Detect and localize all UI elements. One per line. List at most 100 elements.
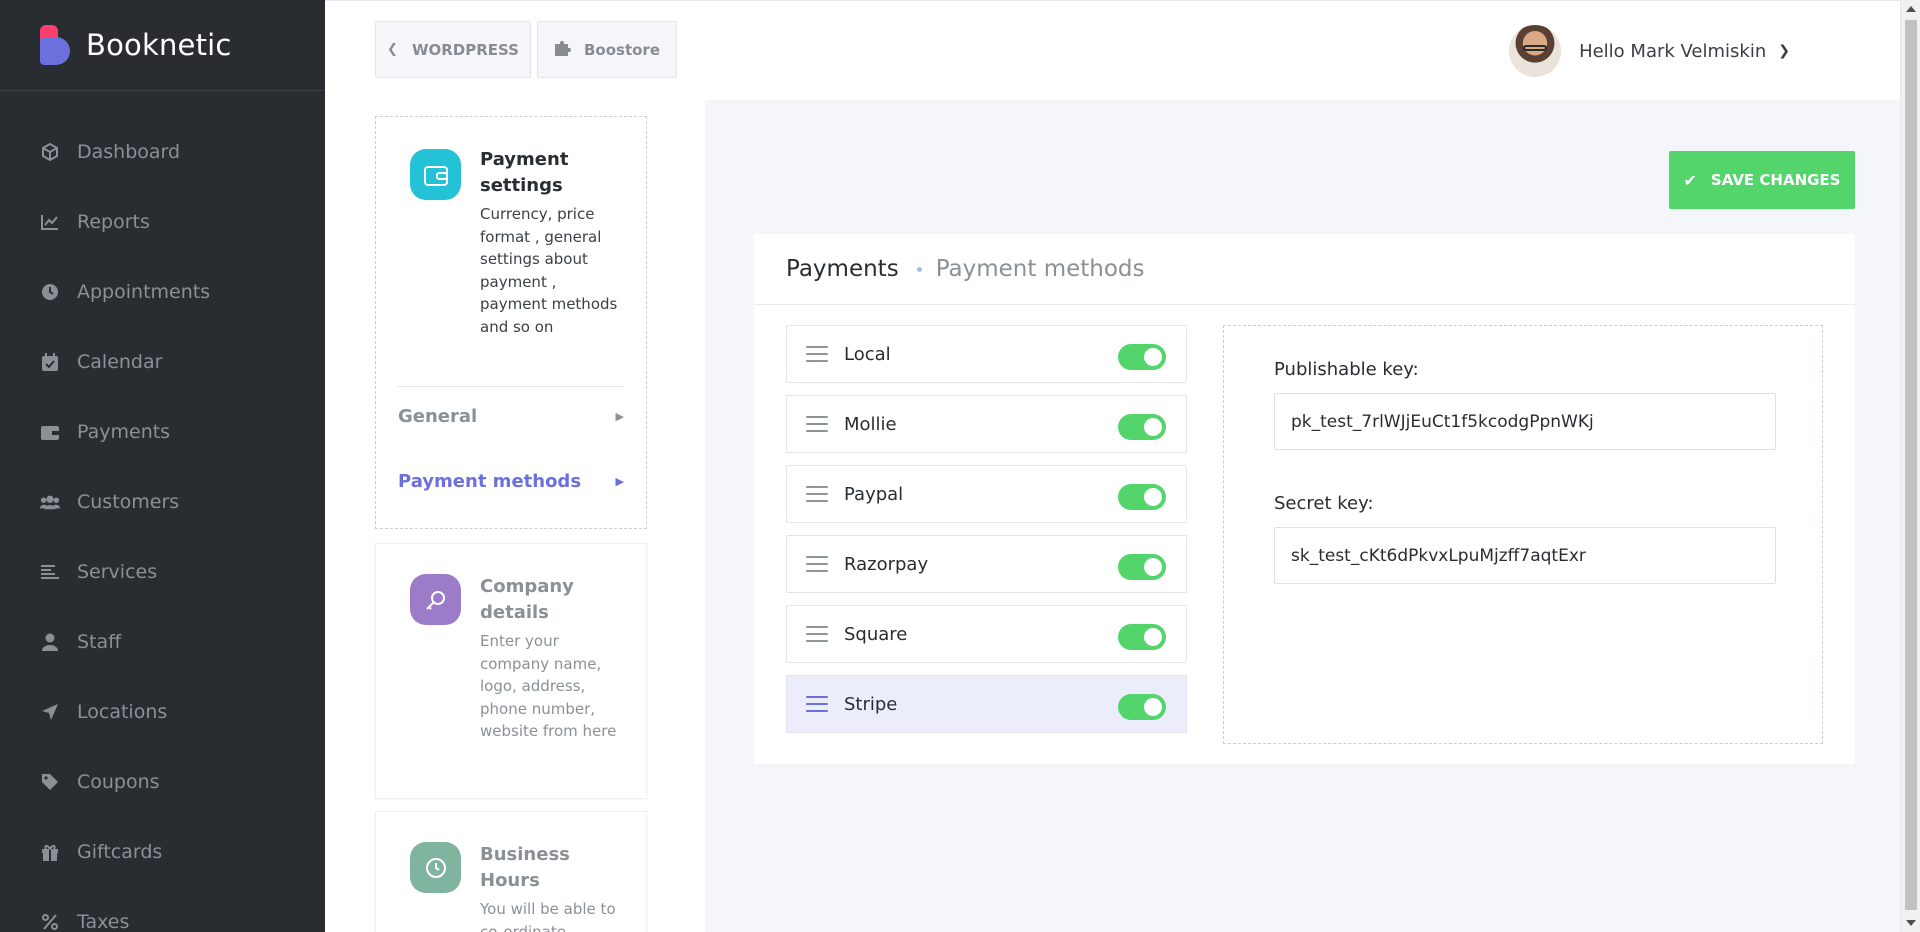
sidebar-item-calendar[interactable]: Calendar: [0, 327, 325, 397]
boostore-button[interactable]: Boostore: [537, 21, 677, 78]
card-title: Business Hours: [480, 844, 570, 891]
method-toggle[interactable]: [1118, 484, 1166, 510]
chevron-down-icon: ❯: [1778, 43, 1790, 59]
payment-method-razorpay[interactable]: Razorpay: [786, 535, 1187, 593]
card-description: You will be able to co-ordinate: [480, 900, 616, 932]
drag-handle-icon[interactable]: [806, 486, 828, 502]
sidebar-item-label: Calendar: [77, 351, 163, 373]
sidebar-item-label: Reports: [77, 211, 150, 233]
payment-method-stripe[interactable]: Stripe: [786, 675, 1187, 733]
cube-icon: [40, 142, 60, 162]
sidebar-item-staff[interactable]: Staff: [0, 607, 325, 677]
page-title: Payments: [786, 256, 899, 282]
users-icon: [40, 492, 60, 512]
sidebar-item-locations[interactable]: Locations: [0, 677, 325, 747]
publishable-key-label: Publishable key:: [1274, 359, 1419, 380]
publishable-key-input[interactable]: pk_test_7rlWJjEuCt1f5kcodgPpnWKj: [1274, 393, 1776, 450]
drag-handle-icon[interactable]: [806, 556, 828, 572]
payment-method-paypal[interactable]: Paypal: [786, 465, 1187, 523]
method-label: Paypal: [844, 483, 904, 505]
user-greeting: Hello Mark Velmiskin: [1579, 40, 1767, 62]
sidebar-item-label: Coupons: [77, 771, 160, 793]
method-toggle[interactable]: [1118, 414, 1166, 440]
company-details-card[interactable]: Company details Enter your company name,…: [375, 543, 647, 799]
sidebar-item-label: Taxes: [77, 911, 130, 932]
percent-icon: [40, 912, 60, 932]
scroll-down-icon[interactable]: [1906, 920, 1916, 926]
clock-icon: [40, 282, 60, 302]
wallet-icon: [410, 149, 461, 200]
drag-handle-icon[interactable]: [806, 416, 828, 432]
settings-nav: Payment settings Currency, price format …: [325, 100, 705, 932]
gift-icon: [40, 842, 60, 862]
drag-handle-icon[interactable]: [806, 346, 828, 362]
sidebar: Booknetic Dashboard Reports Appointments…: [0, 0, 325, 932]
method-label: Local: [844, 343, 891, 365]
topbar: ❮ WORDPRESS Boostore Hello Mark Velmiski…: [325, 0, 1900, 100]
page-scrollbar[interactable]: [1900, 0, 1920, 932]
method-toggle[interactable]: [1118, 694, 1166, 720]
payment-methods-panel: Payments Payment methods Local Mollie Pa…: [754, 234, 1855, 764]
brand-name: Booknetic: [86, 28, 232, 62]
method-toggle[interactable]: [1118, 344, 1166, 370]
method-toggle[interactable]: [1118, 554, 1166, 580]
subitem-label: Payment methods: [398, 470, 582, 492]
logo[interactable]: Booknetic: [0, 0, 325, 91]
settings-subitem-payment-methods[interactable]: Payment methods ▶: [398, 466, 624, 496]
payment-settings-card[interactable]: Payment settings Currency, price format …: [375, 116, 647, 529]
sidebar-item-label: Staff: [77, 631, 122, 653]
payment-method-square[interactable]: Square: [786, 605, 1187, 663]
card-title: Company details: [480, 576, 574, 623]
sidebar-item-label: Customers: [77, 491, 180, 513]
save-changes-button[interactable]: ✔ SAVE CHANGES: [1669, 151, 1855, 209]
page-subtitle: Payment methods: [935, 256, 1145, 282]
puzzle-icon: [554, 39, 572, 61]
payment-method-local[interactable]: Local: [786, 325, 1187, 383]
wallet-icon: [40, 422, 60, 442]
settings-subitem-general[interactable]: General ▶: [398, 401, 624, 431]
sidebar-item-services[interactable]: Services: [0, 537, 325, 607]
card-title: Payment settings: [480, 149, 569, 196]
payment-method-mollie[interactable]: Mollie: [786, 395, 1187, 453]
sidebar-item-reports[interactable]: Reports: [0, 187, 325, 257]
business-hours-card[interactable]: Business Hours You will be able to co-or…: [375, 811, 647, 932]
chevron-left-icon: ❮: [387, 42, 398, 57]
secret-key-input[interactable]: sk_test_cKt6dPkvxLpuMjzff7aqtExr: [1274, 527, 1776, 584]
user-icon: [40, 632, 60, 652]
breadcrumb: Payments Payment methods: [754, 234, 1855, 305]
booknetic-logo-icon: [38, 25, 72, 65]
secret-key-label: Secret key:: [1274, 493, 1374, 514]
card-description: Currency, price format , general setting…: [480, 205, 618, 336]
sidebar-item-dashboard[interactable]: Dashboard: [0, 117, 325, 187]
tag-icon: [40, 772, 60, 792]
method-toggle[interactable]: [1118, 624, 1166, 650]
check-icon: ✔: [1683, 170, 1697, 190]
caret-right-icon: ▶: [615, 409, 624, 423]
sidebar-item-coupons[interactable]: Coupons: [0, 747, 325, 817]
sidebar-item-label: Payments: [77, 421, 171, 443]
subitem-label: General: [398, 405, 478, 427]
sidebar-item-taxes[interactable]: Taxes: [0, 887, 325, 932]
calendar-check-icon: [40, 352, 60, 372]
method-label: Square: [844, 623, 908, 645]
method-label: Mollie: [844, 413, 897, 435]
breadcrumb-separator: [916, 266, 922, 272]
back-to-wordpress-button[interactable]: ❮ WORDPRESS: [375, 21, 531, 78]
payment-methods-list: Local Mollie Paypal Razorpay Square Stri…: [786, 325, 1187, 745]
method-label: Razorpay: [844, 553, 929, 575]
back-button-label: WORDPRESS: [411, 40, 519, 59]
sidebar-item-payments[interactable]: Payments: [0, 397, 325, 467]
clock-icon: [410, 842, 461, 893]
scrollbar-thumb[interactable]: [1905, 20, 1917, 910]
sidebar-item-label: Giftcards: [77, 841, 163, 863]
sidebar-item-customers[interactable]: Customers: [0, 467, 325, 537]
sidebar-item-giftcards[interactable]: Giftcards: [0, 817, 325, 887]
drag-handle-icon[interactable]: [806, 626, 828, 642]
drag-handle-icon[interactable]: [806, 696, 828, 712]
method-label: Stripe: [844, 693, 898, 715]
user-menu[interactable]: Hello Mark Velmiskin ❯: [1509, 25, 1790, 77]
key-icon: [410, 574, 461, 625]
scroll-up-icon[interactable]: [1906, 6, 1916, 12]
caret-right-icon: ▶: [615, 474, 624, 488]
sidebar-item-appointments[interactable]: Appointments: [0, 257, 325, 327]
